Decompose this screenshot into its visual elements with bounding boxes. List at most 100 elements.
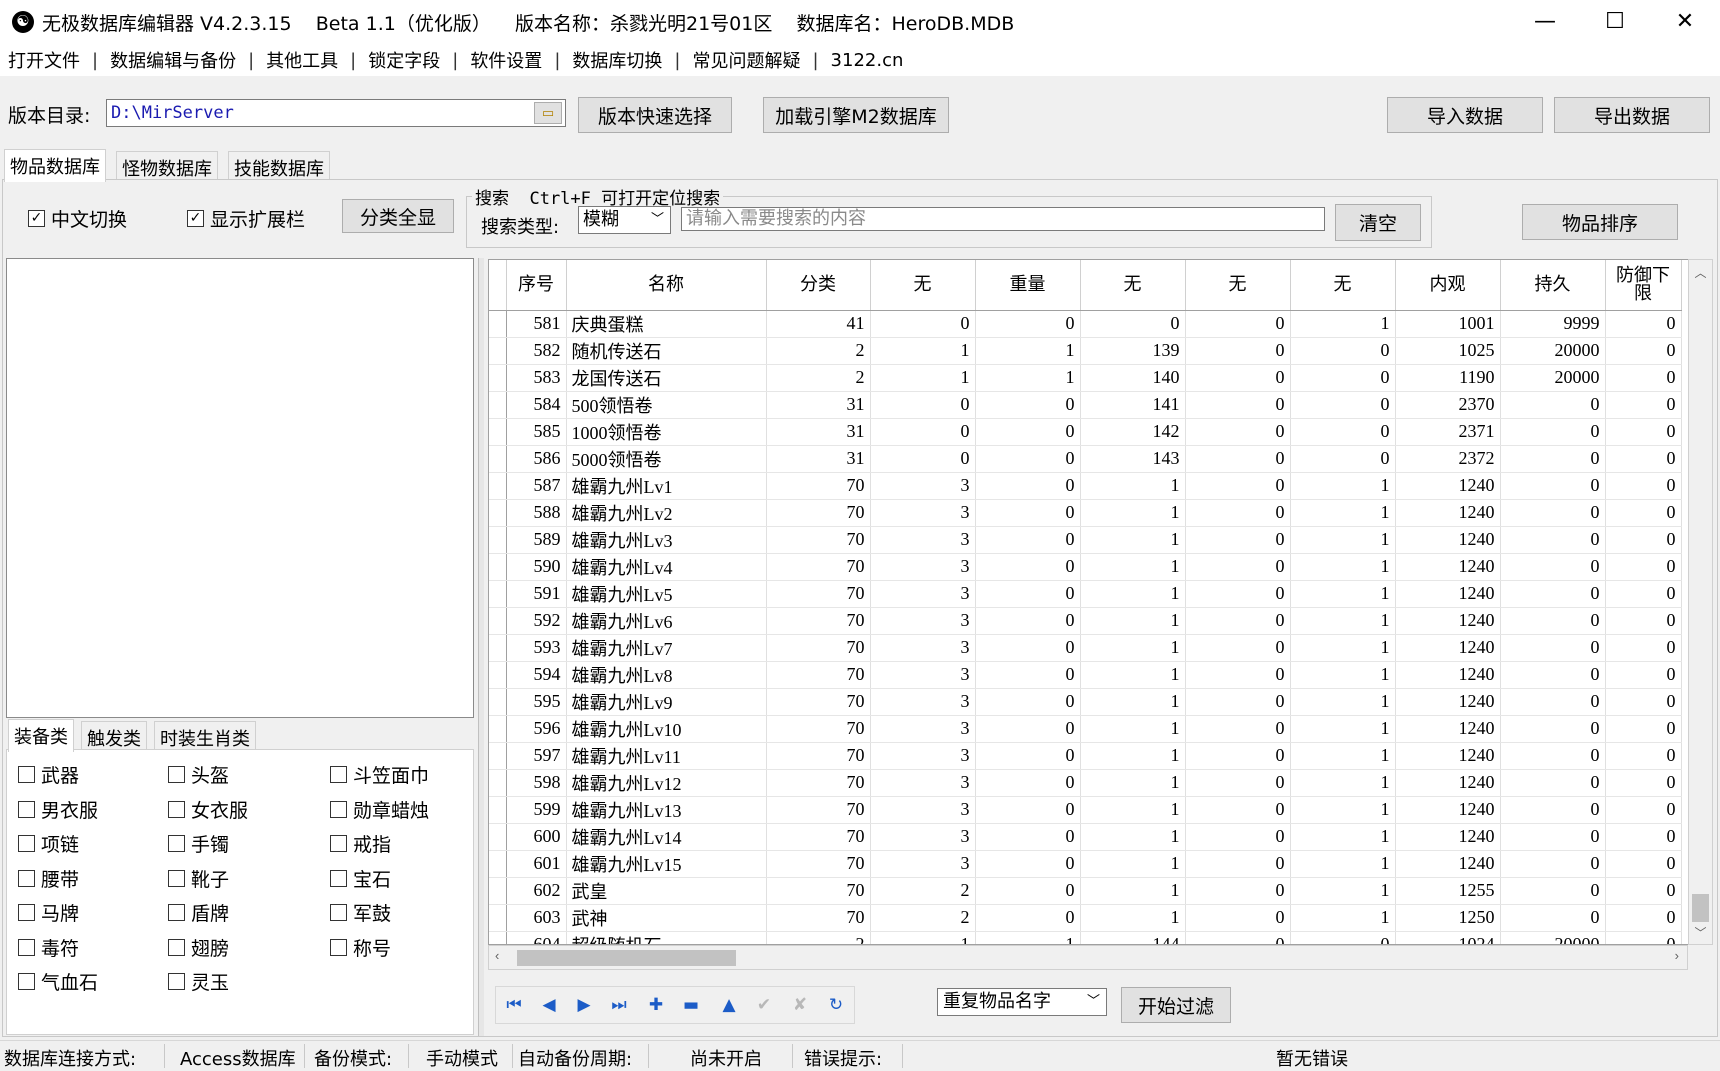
category-checkbox[interactable]: 头盔: [168, 761, 229, 788]
table-cell[interactable]: 0: [1290, 445, 1396, 473]
table-cell[interactable]: 1: [1080, 688, 1186, 716]
table-cell[interactable]: 1250: [1395, 904, 1501, 932]
table-cell[interactable]: 1: [1290, 850, 1396, 878]
menu-open-file[interactable]: 打开文件: [8, 47, 80, 73]
table-cell[interactable]: 70: [766, 823, 871, 851]
table-cell[interactable]: 0: [1185, 364, 1291, 392]
table-cell[interactable]: 140: [1080, 364, 1186, 392]
column-header[interactable]: 防御下限: [1605, 260, 1682, 311]
table-row[interactable]: 594 雄霸九州Lv8 70 3 0 1 0 1 1240 0 0: [489, 661, 1682, 689]
close-button[interactable]: ✕: [1650, 0, 1720, 44]
row-indicator[interactable]: [489, 391, 507, 419]
table-cell[interactable]: 70: [766, 715, 871, 743]
table-cell[interactable]: 0: [1605, 364, 1682, 392]
table-cell[interactable]: 2: [766, 337, 871, 365]
table-cell[interactable]: 3: [870, 823, 976, 851]
table-cell[interactable]: 1240: [1395, 742, 1501, 770]
table-cell[interactable]: 1: [1290, 688, 1396, 716]
table-cell[interactable]: 3: [870, 634, 976, 662]
table-cell[interactable]: 0: [1290, 931, 1396, 944]
table-cell[interactable]: 1: [870, 337, 976, 365]
column-header[interactable]: 无: [1080, 260, 1186, 311]
table-cell[interactable]: 1: [1080, 823, 1186, 851]
table-cell[interactable]: 0: [1185, 580, 1291, 608]
scroll-right-icon[interactable]: ›: [1675, 948, 1679, 963]
show-ext-checkbox[interactable]: ✓ 显示扩展栏: [187, 205, 305, 232]
table-row[interactable]: 588 雄霸九州Lv2 70 3 0 1 0 1 1240 0 0: [489, 499, 1682, 527]
table-cell[interactable]: 594: [506, 661, 567, 689]
table-cell[interactable]: 1255: [1395, 877, 1501, 905]
table-cell[interactable]: 0: [1185, 553, 1291, 581]
table-cell[interactable]: 1240: [1395, 661, 1501, 689]
table-cell[interactable]: 20000: [1500, 337, 1606, 365]
table-cell[interactable]: 31: [766, 418, 871, 446]
table-cell[interactable]: 586: [506, 445, 567, 473]
last-record-icon[interactable]: ⏭: [608, 994, 630, 1016]
table-row[interactable]: 584 500领悟卷 31 0 0 141 0 0 2370 0 0: [489, 391, 1682, 419]
table-row[interactable]: 603 武神 70 2 0 1 0 1 1250 0 0: [489, 904, 1682, 932]
table-cell[interactable]: 600: [506, 823, 567, 851]
table-cell[interactable]: 3: [870, 580, 976, 608]
table-cell[interactable]: 1240: [1395, 634, 1501, 662]
table-row[interactable]: 600 雄霸九州Lv14 70 3 0 1 0 1 1240 0 0: [489, 823, 1682, 851]
table-cell[interactable]: 0: [975, 877, 1081, 905]
table-cell[interactable]: 0: [1500, 472, 1606, 500]
scroll-left-icon[interactable]: ‹: [495, 948, 499, 963]
category-checkbox[interactable]: 腰带: [18, 865, 79, 892]
table-cell[interactable]: 0: [975, 472, 1081, 500]
table-cell[interactable]: 0: [1500, 850, 1606, 878]
table-cell[interactable]: 1240: [1395, 607, 1501, 635]
table-row[interactable]: 582 随机传送石 2 1 1 139 0 0 1025 20000 0: [489, 337, 1682, 365]
table-cell[interactable]: 584: [506, 391, 567, 419]
vertical-scroll-thumb[interactable]: [1692, 894, 1709, 922]
table-cell[interactable]: 1024: [1395, 931, 1501, 944]
table-cell[interactable]: 1240: [1395, 850, 1501, 878]
table-cell[interactable]: 0: [1185, 769, 1291, 797]
table-cell[interactable]: 0: [1500, 553, 1606, 581]
category-checkbox[interactable]: 气血石: [18, 968, 98, 995]
row-indicator[interactable]: [489, 904, 507, 932]
table-cell[interactable]: 1: [1080, 580, 1186, 608]
table-cell[interactable]: 598: [506, 769, 567, 797]
table-cell[interactable]: 0: [1605, 418, 1682, 446]
table-cell[interactable]: 1: [1290, 499, 1396, 527]
category-tree-panel[interactable]: [6, 258, 474, 718]
menu-other-tools[interactable]: 其他工具: [266, 47, 338, 73]
table-cell[interactable]: 141: [1080, 391, 1186, 419]
table-cell[interactable]: 139: [1080, 337, 1186, 365]
category-checkbox[interactable]: 手镯: [168, 830, 229, 857]
item-name-cell[interactable]: 雄霸九州Lv9: [566, 688, 767, 716]
table-cell[interactable]: 588: [506, 499, 567, 527]
row-indicator[interactable]: [489, 931, 507, 944]
category-checkbox[interactable]: 灵玉: [168, 968, 229, 995]
table-cell[interactable]: 1: [1080, 634, 1186, 662]
table-cell[interactable]: 0: [1185, 418, 1291, 446]
category-checkbox[interactable]: 称号: [330, 934, 391, 961]
table-cell[interactable]: 1: [975, 364, 1081, 392]
table-row[interactable]: 587 雄霸九州Lv1 70 3 0 1 0 1 1240 0 0: [489, 472, 1682, 500]
horizontal-scroll-thumb[interactable]: [517, 950, 736, 966]
table-cell[interactable]: 0: [975, 823, 1081, 851]
table-cell[interactable]: 3: [870, 715, 976, 743]
prior-record-icon[interactable]: ◀: [538, 994, 560, 1016]
maximize-button[interactable]: ☐: [1580, 0, 1650, 44]
table-cell[interactable]: 31: [766, 391, 871, 419]
category-checkbox[interactable]: 宝石: [330, 865, 391, 892]
table-cell[interactable]: 0: [1605, 688, 1682, 716]
minimize-button[interactable]: —: [1510, 0, 1580, 44]
table-cell[interactable]: 0: [1185, 877, 1291, 905]
item-sort-button[interactable]: 物品排序: [1522, 204, 1678, 240]
menu-software-settings[interactable]: 软件设置: [470, 47, 542, 73]
table-cell[interactable]: 585: [506, 418, 567, 446]
table-cell[interactable]: 0: [870, 418, 976, 446]
item-name-cell[interactable]: 雄霸九州Lv10: [566, 715, 767, 743]
table-cell[interactable]: 70: [766, 472, 871, 500]
table-cell[interactable]: 0: [975, 580, 1081, 608]
table-cell[interactable]: 3: [870, 661, 976, 689]
item-name-cell[interactable]: 雄霸九州Lv15: [566, 850, 767, 878]
table-cell[interactable]: 0: [1500, 580, 1606, 608]
table-cell[interactable]: 0: [1500, 796, 1606, 824]
row-indicator[interactable]: [489, 472, 507, 500]
table-cell[interactable]: 0: [1185, 472, 1291, 500]
table-cell[interactable]: 0: [1185, 634, 1291, 662]
